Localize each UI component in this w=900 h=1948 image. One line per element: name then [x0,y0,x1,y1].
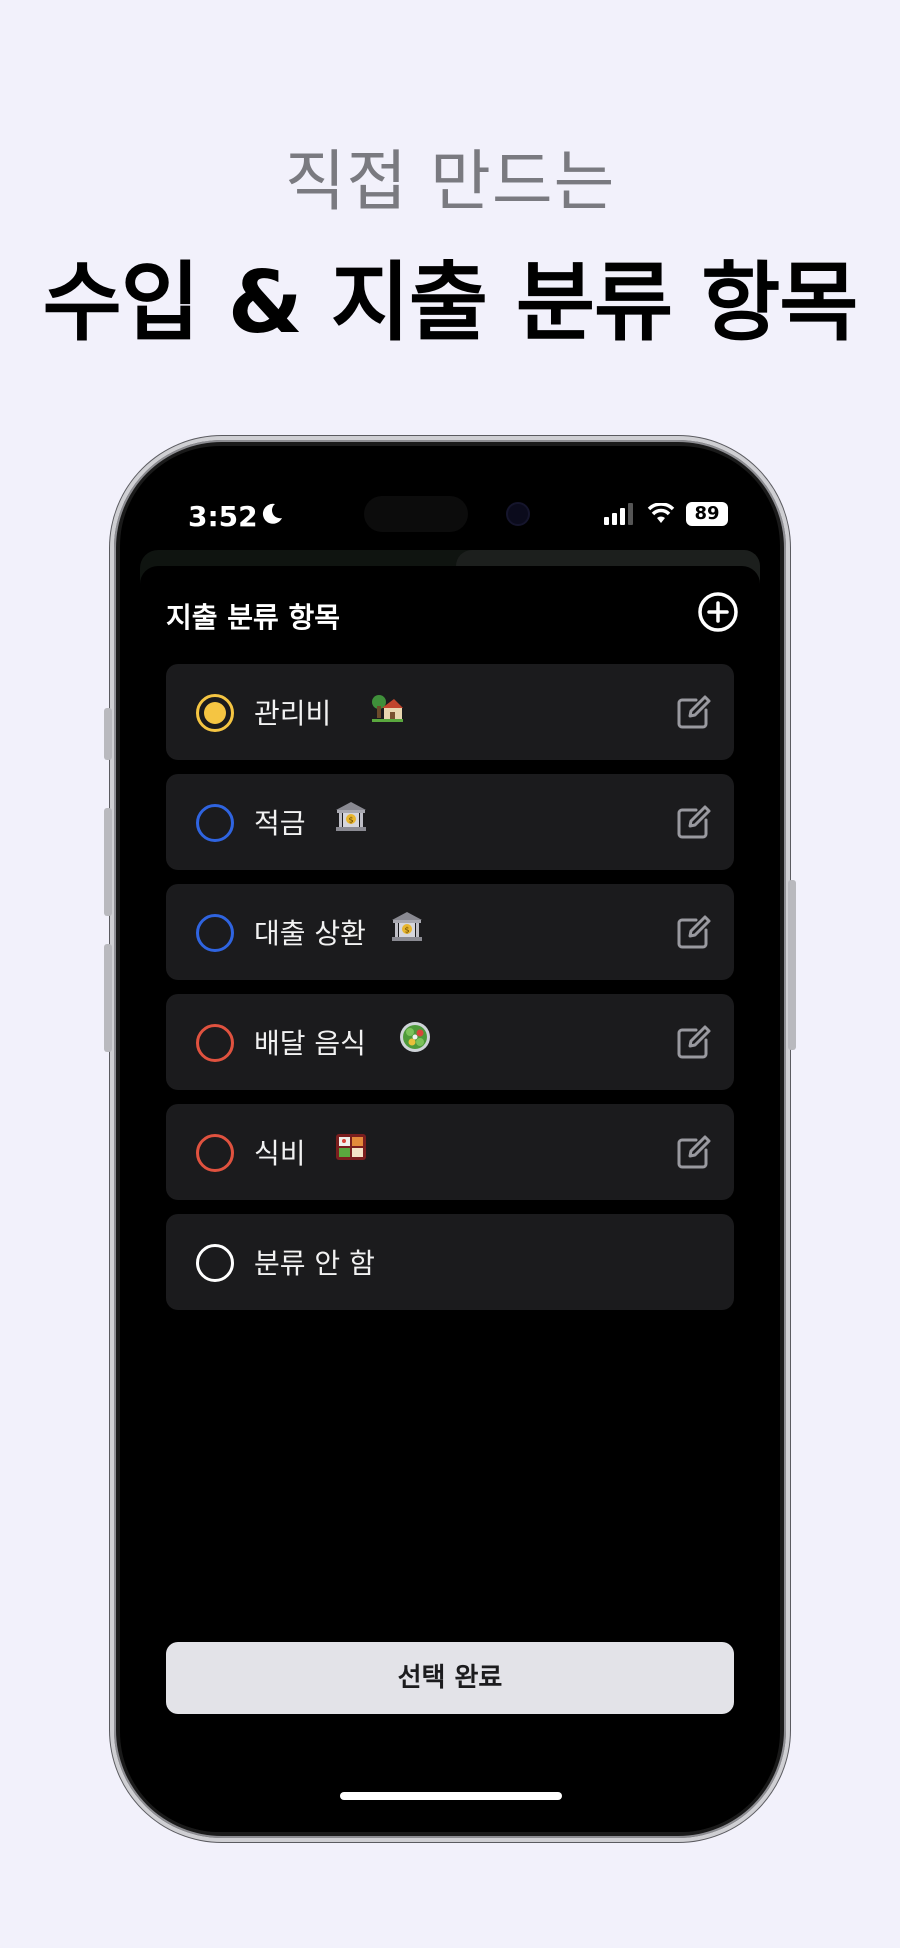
promo-subtitle: 직접 만드는 [284,143,616,220]
radio-button[interactable] [196,1024,234,1062]
power-button [788,880,796,1050]
category-row[interactable]: 식비 [166,1104,734,1200]
radio-fill [204,702,226,724]
category-label: 식비 [254,1137,306,1170]
svg-text:$: $ [348,816,353,825]
radio-button[interactable] [196,914,234,952]
dynamic-island [364,496,468,532]
salad-icon [398,1020,432,1054]
house-with-garden-icon [370,690,404,724]
category-row[interactable]: 분류 안 함 [166,1214,734,1310]
radio-selected[interactable] [196,694,234,732]
radio-button[interactable] [196,1244,234,1282]
sheet-title: 지출 분류 항목 [166,601,341,634]
category-row[interactable]: 대출 상환 $ [166,884,734,980]
promo-title: 수입 & 지출 분류 항목 [42,253,859,353]
edit-icon[interactable] [674,802,714,846]
home-indicator[interactable] [340,1792,562,1800]
battery-indicator: 89 [686,502,728,526]
moon-icon [262,503,282,524]
phone-screen: 3:52 89 지출 분류 항목 관리비적금 $ 대출 상환 $ 배달 음식식비분류 안… [120,446,780,1832]
bank-icon: $ [334,800,368,834]
cellular-signal-icon [604,503,633,525]
category-row[interactable]: 배달 음식 [166,994,734,1090]
category-row[interactable]: 적금 $ [166,774,734,870]
done-button[interactable]: 선택 완료 [166,1642,734,1714]
radio-button[interactable] [196,804,234,842]
add-category-button[interactable] [696,590,740,634]
bank-icon: $ [390,910,424,944]
volume-up-button [104,808,112,916]
volume-down-button [104,944,112,1052]
edit-icon[interactable] [674,1022,714,1066]
category-label: 대출 상환 [254,917,366,950]
category-label: 배달 음식 [254,1027,366,1060]
edit-icon[interactable] [674,912,714,956]
wifi-icon [647,503,675,523]
edit-icon[interactable] [674,692,714,736]
category-label: 관리비 [254,697,332,730]
svg-text:$: $ [404,926,409,935]
mute-switch [104,708,112,760]
bento-box-icon [334,1130,368,1164]
category-label: 적금 [254,807,306,840]
category-row[interactable]: 관리비 [166,664,734,760]
category-label: 분류 안 함 [254,1247,375,1280]
camera [506,502,530,526]
edit-icon[interactable] [674,1132,714,1176]
radio-button[interactable] [196,1134,234,1172]
status-right: 89 [604,502,728,526]
status-time: 3:52 [188,500,258,533]
